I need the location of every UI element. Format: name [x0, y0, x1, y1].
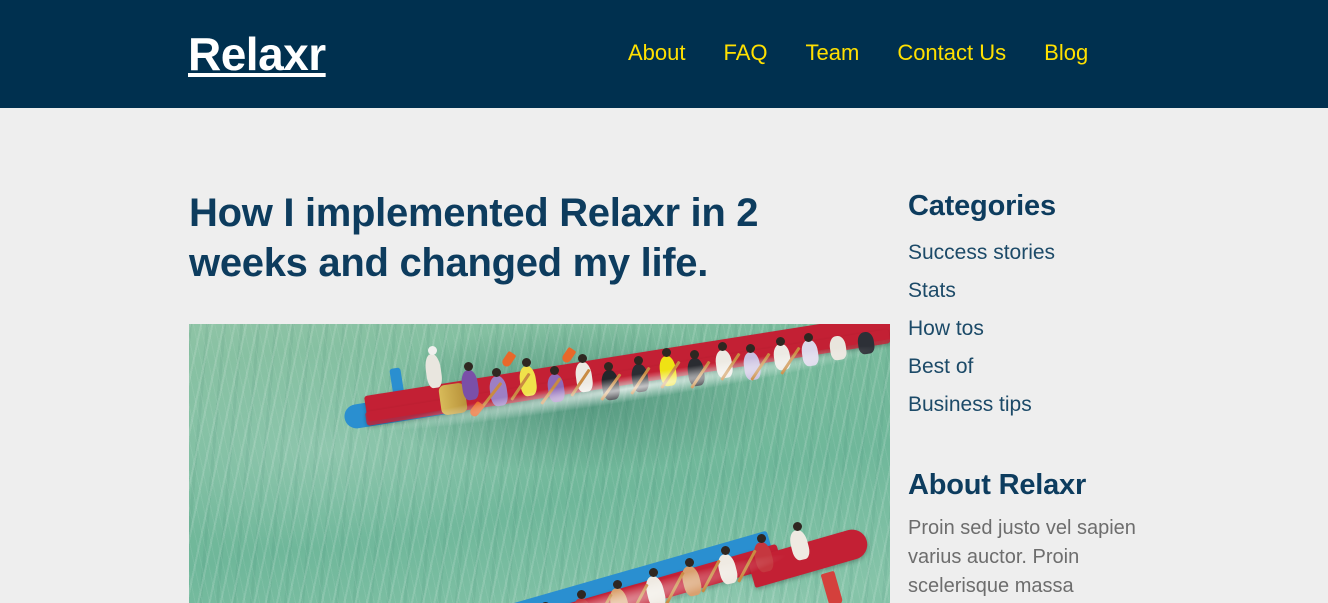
category-link-business-tips[interactable]: Business tips — [908, 393, 1032, 416]
list-item: Stats — [908, 273, 1148, 311]
category-link-how-tos[interactable]: How tos — [908, 317, 984, 340]
list-item: Success stories — [908, 235, 1148, 273]
page-body: How I implemented Relaxr in 2 weeks and … — [0, 108, 1328, 603]
article-hero-figure — [189, 324, 890, 603]
list-item: Best of — [908, 349, 1148, 387]
about-relaxr-block: About Relaxr Proin sed justo vel sapien … — [908, 467, 1148, 601]
category-link-best-of[interactable]: Best of — [908, 355, 973, 378]
category-link-stats[interactable]: Stats — [908, 279, 956, 302]
main-navigation: About FAQ Team Contact Us Blog — [628, 38, 1088, 68]
nav-link-about[interactable]: About — [628, 38, 686, 68]
nav-link-faq[interactable]: FAQ — [724, 38, 768, 68]
nav-link-blog[interactable]: Blog — [1044, 38, 1088, 68]
list-item: Business tips — [908, 387, 1148, 425]
category-link-success-stories[interactable]: Success stories — [908, 241, 1055, 264]
about-relaxr-text: Proin sed justo vel sapien varius auctor… — [908, 517, 1136, 597]
nav-link-contact-us[interactable]: Contact Us — [897, 38, 1006, 68]
dragon-boat-upper — [342, 324, 890, 452]
article-column: How I implemented Relaxr in 2 weeks and … — [189, 188, 890, 288]
list-item: How tos — [908, 311, 1148, 349]
about-relaxr-heading: About Relaxr — [908, 469, 1087, 501]
nav-link-team[interactable]: Team — [806, 38, 860, 68]
sidebar: Categories Success stories Stats How tos… — [908, 188, 1148, 601]
site-header: Relaxr About FAQ Team Contact Us Blog — [0, 0, 1328, 108]
page-title: How I implemented Relaxr in 2 weeks and … — [189, 191, 759, 285]
category-list: Success stories Stats How tos Best of Bu… — [908, 235, 1148, 425]
brand-logo[interactable]: Relaxr — [188, 27, 326, 81]
hero-image — [189, 324, 890, 603]
categories-heading: Categories — [908, 190, 1056, 222]
dragon-boat-lower — [229, 520, 890, 603]
